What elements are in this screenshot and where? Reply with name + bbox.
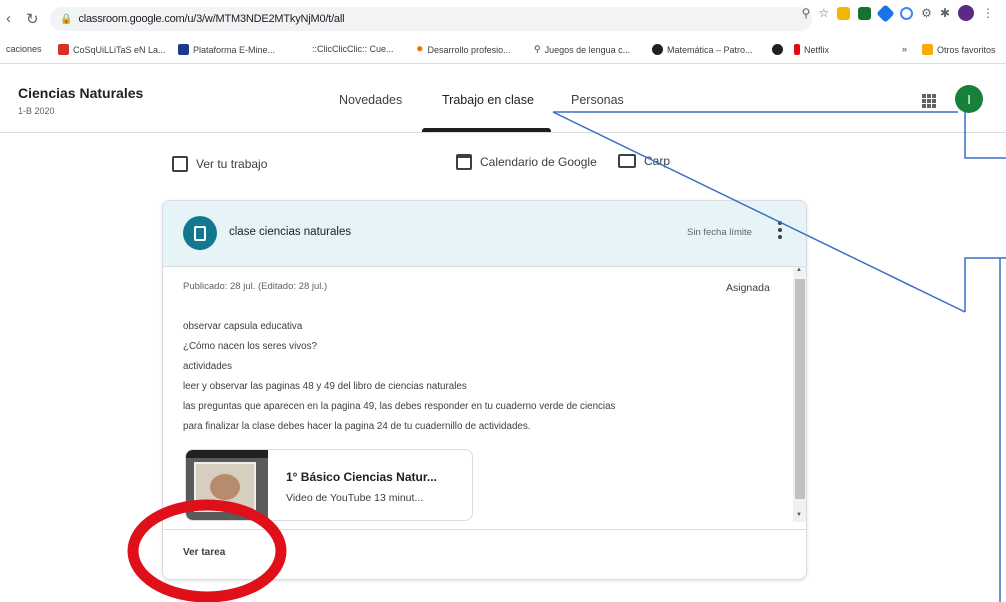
description-line: leer y observar las paginas 48 y 49 del … (183, 381, 467, 392)
browser-actions: ⚲ ☆ ⚙ ✱ ⋮ (802, 3, 994, 23)
google-calendar-label: Calendario de Google (480, 155, 597, 169)
attachment-title: 1° Básico Ciencias Natur... (286, 470, 437, 484)
view-assignment-link[interactable]: Ver tarea (183, 547, 225, 558)
view-your-work-link[interactable]: Ver tu trabajo (172, 156, 267, 172)
reload-icon[interactable]: ↻ (26, 10, 39, 28)
tab-stream[interactable]: Novedades (339, 93, 402, 107)
assignment-footer: Ver tarea (163, 529, 806, 579)
puzzle-icon[interactable]: ✱ (940, 6, 950, 20)
menu-icon[interactable]: ⋮ (982, 6, 994, 20)
extension-icon[interactable] (837, 6, 851, 20)
due-date: Sin fecha límite (687, 227, 752, 238)
bookmark-icon (178, 44, 189, 55)
apps-grid-icon[interactable] (922, 94, 936, 108)
bookmark-label: caciones (6, 44, 42, 54)
bookmark-label: Plataforma E-Mine... (193, 44, 276, 55)
bookmark-item[interactable]: ✹ Desarrollo profesio... (416, 44, 511, 55)
bookmark-icon (652, 44, 663, 55)
class-section: 1-B 2020 (18, 106, 55, 116)
description-line: para finalizar la clase debes hacer la p… (183, 421, 531, 432)
zoom-icon[interactable]: ⚲ (802, 6, 811, 20)
url-text: classroom.google.com/u/3/w/MTM3NDE2MTkyN… (78, 13, 345, 25)
assignment-header[interactable]: clase ciencias naturales Sin fecha límit… (163, 201, 806, 267)
folder-icon (618, 154, 636, 168)
calendar-icon (456, 154, 472, 170)
status-badge: Asignada (726, 282, 770, 294)
bookmark-item[interactable]: ::ClicClicClic:: Cue... (312, 44, 394, 54)
blue-callout-box (964, 257, 1006, 312)
description-line: actividades (183, 361, 233, 372)
class-drive-folder-label: Carp (644, 154, 671, 168)
address-bar[interactable]: 🔒 classroom.google.com/u/3/w/MTM3NDE2MTk… (50, 7, 812, 31)
scrollbar-thumb[interactable] (795, 279, 805, 499)
netflix-icon (794, 44, 800, 55)
extension-icon[interactable] (876, 3, 895, 23)
person-badge-icon (172, 156, 188, 172)
bookmark-item[interactable]: caciones (6, 44, 42, 54)
bookmark-item[interactable]: CoSqUiLLiTaS eN La... (58, 44, 166, 55)
bookmark-label: Desarrollo profesio... (427, 44, 511, 55)
tab-people[interactable]: Personas (571, 93, 624, 107)
youtube-attachment[interactable]: 1° Básico Ciencias Natur... Video de You… (185, 449, 473, 521)
bookmarks-overflow[interactable]: » (902, 44, 907, 54)
star-icon[interactable]: ☆ (818, 6, 829, 20)
bookmark-item[interactable] (772, 44, 783, 55)
user-avatar[interactable]: I (955, 85, 983, 113)
assignment-icon (183, 216, 217, 250)
bookmark-folder[interactable]: Otros favoritos (922, 44, 996, 55)
bookmark-label: ::ClicClicClic:: Cue... (312, 44, 394, 54)
folder-icon (922, 44, 933, 55)
bookmark-item[interactable]: Matemática – Patro... (652, 44, 753, 55)
bookmark-label: Juegos de lengua c... (544, 44, 631, 55)
browser-toolbar: ‹ ↻ 🔒 classroom.google.com/u/3/w/MTM3NDE… (0, 0, 1006, 38)
bookmark-label: Otros favoritos (937, 44, 996, 55)
bookmark-icon (58, 44, 69, 55)
bookmark-icon: ✹ (416, 44, 424, 54)
class-drive-folder-link[interactable]: Carp (618, 154, 670, 168)
assignment-body: Publicado: 28 jul. (Editado: 28 jul.) As… (163, 267, 806, 529)
scroll-down-icon[interactable]: ▼ (796, 512, 802, 518)
tab-classwork[interactable]: Trabajo en clase (442, 93, 534, 107)
description-line: las preguntas que aparecen en la pagina … (183, 401, 616, 412)
scroll-up-icon[interactable]: ▲ (796, 267, 802, 273)
active-tab-indicator (422, 128, 551, 132)
classroom-header: Ciencias Naturales 1-B 2020 Novedades Tr… (0, 65, 1006, 133)
assignment-description: observar capsula educativa ¿Cómo nacen l… (183, 317, 615, 437)
extension-icon[interactable] (900, 6, 914, 20)
bookmark-item[interactable]: ⚲ Juegos de lengua c... (534, 44, 630, 55)
description-line: observar capsula educativa (183, 321, 303, 332)
bookmark-label: Matemática – Patro... (667, 44, 753, 55)
gear-icon[interactable]: ⚙ (921, 6, 932, 20)
lock-icon: 🔒 (60, 13, 73, 25)
view-your-work-label: Ver tu trabajo (196, 157, 268, 171)
overflow-label: » (902, 44, 908, 54)
bookmarks-bar: caciones CoSqUiLLiTaS eN La... Plataform… (0, 38, 1006, 64)
profile-avatar[interactable] (958, 5, 974, 21)
bookmark-item[interactable]: Netflix (794, 44, 829, 55)
back-icon[interactable]: ‹ (6, 10, 11, 27)
assignment-card: clase ciencias naturales Sin fecha límit… (162, 200, 807, 580)
bookmark-icon (772, 44, 783, 55)
bookmark-label: Netflix (804, 44, 830, 55)
posted-date: Publicado: 28 jul. (Editado: 28 jul.) (183, 281, 328, 292)
extension-icon[interactable] (858, 6, 872, 20)
class-title[interactable]: Ciencias Naturales (18, 85, 143, 101)
description-line: ¿Cómo nacen los seres vivos? (183, 341, 317, 352)
bookmark-item[interactable]: Plataforma E-Mine... (178, 44, 275, 55)
bookmark-label: CoSqUiLLiTaS eN La... (73, 44, 166, 55)
more-options-icon[interactable] (778, 221, 782, 239)
attachment-subtitle: Video de YouTube 13 minut... (286, 492, 424, 504)
google-calendar-link[interactable]: Calendario de Google (456, 154, 597, 170)
video-thumbnail (186, 450, 268, 520)
search-icon: ⚲ (534, 44, 541, 54)
assignment-title: clase ciencias naturales (229, 226, 352, 238)
